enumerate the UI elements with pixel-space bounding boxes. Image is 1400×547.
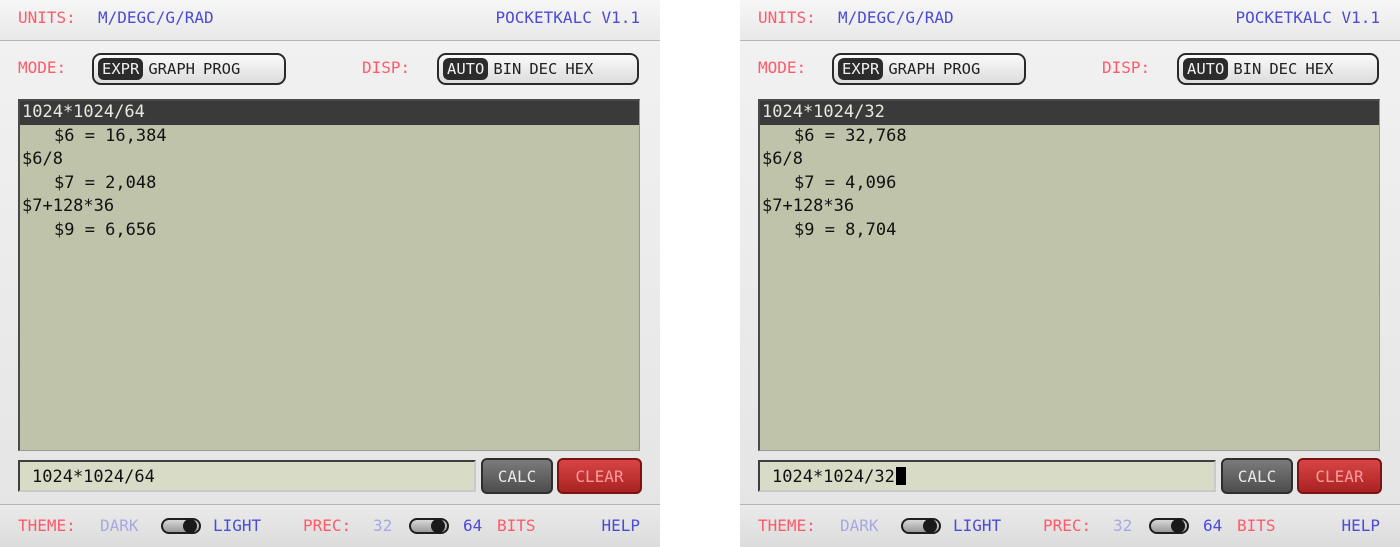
history-result[interactable]: $6 = 32,768 (760, 125, 1379, 149)
display-format-selector: AUTO BIN DEC HEX (1177, 53, 1379, 85)
history-expression[interactable]: 1024*1024/32 (760, 101, 1379, 125)
units-value[interactable]: M/DEGC/G/RAD (838, 8, 954, 27)
disp-label: DISP: (1102, 58, 1151, 77)
mode-option-prog[interactable]: PROG (200, 59, 243, 79)
history-result[interactable]: $7 = 4,096 (760, 172, 1379, 196)
theme-toggle[interactable] (161, 518, 201, 534)
bottom-bar: THEME: DARK LIGHT PREC: 32 64 BITS HELP (0, 504, 660, 547)
clear-button[interactable]: CLEAR (557, 458, 642, 494)
theme-light-option[interactable]: LIGHT (213, 516, 261, 535)
history-result[interactable]: $6 = 16,384 (20, 125, 639, 149)
history-expression[interactable]: $7+128*36 (20, 195, 639, 219)
expression-input-text: 1024*1024/32 (772, 467, 895, 487)
toggle-knob (923, 519, 937, 533)
mode-selector: EXPR GRAPH PROG (832, 53, 1026, 85)
history-display[interactable]: 1024*1024/32 $6 = 32,768 $6/8 $7 = 4,096… (758, 99, 1380, 451)
precision-bits-label: BITS (497, 516, 536, 535)
units-label: UNITS: (18, 8, 76, 27)
theme-toggle[interactable] (901, 518, 941, 534)
history-expression[interactable]: $6/8 (760, 148, 1379, 172)
expression-input-text: 1024*1024/64 (32, 467, 155, 487)
precision-64-option[interactable]: 64 (1203, 516, 1222, 535)
precision-bits-label: BITS (1237, 516, 1276, 535)
help-link[interactable]: HELP (601, 516, 640, 535)
mode-option-prog[interactable]: PROG (940, 59, 983, 79)
toggle-knob (431, 519, 445, 533)
precision-label: PREC: (1043, 516, 1092, 535)
theme-label: THEME: (758, 516, 816, 535)
disp-option-hex[interactable]: HEX (562, 59, 596, 79)
history-result[interactable]: $7 = 2,048 (20, 172, 639, 196)
theme-label: THEME: (18, 516, 76, 535)
expression-input[interactable]: 1024*1024/32 (758, 460, 1216, 492)
units-label: UNITS: (758, 8, 816, 27)
text-caret (895, 467, 906, 485)
history-expression[interactable]: $7+128*36 (760, 195, 1379, 219)
precision-toggle[interactable] (1149, 518, 1189, 534)
theme-dark-option[interactable]: DARK (840, 516, 879, 535)
precision-toggle[interactable] (409, 518, 449, 534)
units-value[interactable]: M/DEGC/G/RAD (98, 8, 214, 27)
mode-option-graph[interactable]: GRAPH (885, 59, 938, 79)
disp-option-dec[interactable]: DEC (526, 59, 560, 79)
disp-option-auto[interactable]: AUTO (443, 58, 489, 80)
mode-option-graph[interactable]: GRAPH (145, 59, 198, 79)
calc-button[interactable]: CALC (1221, 458, 1293, 494)
precision-32-option[interactable]: 32 (1113, 516, 1132, 535)
app-version: POCKETKALC V1.1 (495, 8, 641, 27)
theme-light-option[interactable]: LIGHT (953, 516, 1001, 535)
bottom-bar: THEME: DARK LIGHT PREC: 32 64 BITS HELP (740, 504, 1400, 547)
mode-option-expr[interactable]: EXPR (838, 58, 884, 80)
expression-input[interactable]: 1024*1024/64 (18, 460, 476, 492)
top-bar: UNITS: M/DEGC/G/RAD POCKETKALC V1.1 (740, 0, 1400, 41)
mode-label: MODE: (758, 58, 807, 77)
disp-label: DISP: (362, 58, 411, 77)
disp-option-dec[interactable]: DEC (1266, 59, 1300, 79)
mode-option-expr[interactable]: EXPR (98, 58, 144, 80)
disp-option-bin[interactable]: BIN (1230, 59, 1264, 79)
history-expression[interactable]: $6/8 (20, 148, 639, 172)
history-result[interactable]: $9 = 6,656 (20, 219, 639, 243)
precision-label: PREC: (303, 516, 352, 535)
help-link[interactable]: HELP (1341, 516, 1380, 535)
top-bar: UNITS: M/DEGC/G/RAD POCKETKALC V1.1 (0, 0, 660, 41)
toggle-knob (183, 519, 197, 533)
disp-option-bin[interactable]: BIN (490, 59, 524, 79)
disp-option-auto[interactable]: AUTO (1183, 58, 1229, 80)
calculator-panel-right: UNITS: M/DEGC/G/RAD POCKETKALC V1.1 MODE… (740, 0, 1400, 547)
precision-32-option[interactable]: 32 (373, 516, 392, 535)
app-version: POCKETKALC V1.1 (1235, 8, 1381, 27)
history-expression[interactable]: 1024*1024/64 (20, 101, 639, 125)
mode-selector: EXPR GRAPH PROG (92, 53, 286, 85)
toggle-knob (1171, 519, 1185, 533)
disp-option-hex[interactable]: HEX (1302, 59, 1336, 79)
history-display[interactable]: 1024*1024/64 $6 = 16,384 $6/8 $7 = 2,048… (18, 99, 640, 451)
calculator-panel-left: UNITS: M/DEGC/G/RAD POCKETKALC V1.1 MODE… (0, 0, 660, 547)
history-result[interactable]: $9 = 8,704 (760, 219, 1379, 243)
precision-64-option[interactable]: 64 (463, 516, 482, 535)
clear-button[interactable]: CLEAR (1297, 458, 1382, 494)
mode-label: MODE: (18, 58, 67, 77)
theme-dark-option[interactable]: DARK (100, 516, 139, 535)
calc-button[interactable]: CALC (481, 458, 553, 494)
display-format-selector: AUTO BIN DEC HEX (437, 53, 639, 85)
